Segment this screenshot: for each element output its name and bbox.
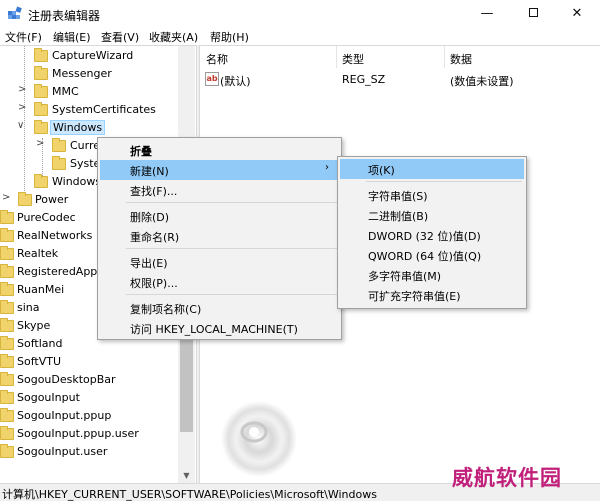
maximize-icon <box>528 8 538 17</box>
folder-icon <box>0 210 14 224</box>
window-title: 注册表编辑器 <box>28 9 101 23</box>
menu-separator <box>126 294 337 295</box>
scroll-down-icon[interactable]: ▼ <box>178 468 195 483</box>
folder-icon <box>0 246 14 260</box>
menu-edit[interactable]: 编辑(E) <box>53 29 91 45</box>
submenu-arrow-icon: › <box>325 162 329 173</box>
menu-item-permissions[interactable]: 权限(P)... <box>100 272 339 292</box>
menu-help[interactable]: 帮助(H) <box>210 29 249 45</box>
menu-item-find[interactable]: 查找(F)... <box>100 180 339 200</box>
value-name: (默认) <box>220 75 251 88</box>
submenu-item-qword-value[interactable]: QWORD (64 位)值(Q) <box>340 245 524 265</box>
collapse-icon[interactable]: ∨ <box>17 120 27 131</box>
string-value-icon: ab <box>205 72 219 86</box>
folder-icon <box>0 282 14 296</box>
menu-separator <box>126 202 337 203</box>
value-type: REG_SZ <box>342 73 386 86</box>
folder-icon <box>34 66 48 80</box>
menu-bar: 文件(F) 编辑(E) 查看(V) 收藏夹(A) 帮助(H) <box>0 28 600 45</box>
submenu-item-dword-value[interactable]: DWORD (32 位)值(D) <box>340 225 524 245</box>
menu-separator <box>126 248 337 249</box>
close-button[interactable]: ✕ <box>554 0 600 28</box>
folder-icon <box>18 192 32 206</box>
folder-icon <box>0 372 14 386</box>
tree-item-selected[interactable]: ∨ Windows <box>16 120 176 138</box>
menu-item-goto-hklm[interactable]: 访问 HKEY_LOCAL_MACHINE(T) <box>100 318 339 338</box>
column-header-type[interactable]: 类型 <box>342 51 364 67</box>
menu-item-collapse[interactable]: 折叠 <box>100 140 339 160</box>
tree-item[interactable]: > MMC <box>16 84 176 102</box>
submenu-item-string-value[interactable]: 字符串值(S) <box>340 185 524 205</box>
menu-item-rename[interactable]: 重命名(R) <box>100 226 339 246</box>
folder-icon <box>0 354 14 368</box>
column-header-data[interactable]: 数据 <box>450 51 472 67</box>
minimize-button[interactable]: — <box>464 0 510 28</box>
menu-favorites[interactable]: 收藏夹(A) <box>149 29 198 45</box>
tree-item[interactable]: SogouInput.ppup <box>0 408 176 426</box>
close-icon: ✕ <box>571 6 583 21</box>
expand-icon[interactable]: > <box>18 84 28 95</box>
folder-icon <box>0 300 14 314</box>
site-watermark: 威航软件园 <box>452 465 562 490</box>
menu-item-export[interactable]: 导出(E) <box>100 252 339 272</box>
registry-editor-icon <box>8 6 22 19</box>
column-divider[interactable] <box>444 46 445 68</box>
value-row[interactable]: ab (默认) REG_SZ (数值未设置) <box>200 72 600 90</box>
swirl-decoration-image <box>221 401 297 477</box>
folder-icon <box>52 138 66 152</box>
new-submenu: 项(K) 字符串值(S) 二进制值(B) DWORD (32 位)值(D) QW… <box>337 156 527 309</box>
menu-item-new[interactable]: 新建(N) › <box>100 160 339 180</box>
menu-view[interactable]: 查看(V) <box>101 29 139 45</box>
expand-icon[interactable]: > <box>18 102 28 113</box>
tree-item[interactable]: SogouDesktopBar <box>0 372 176 390</box>
minimize-icon: — <box>480 6 494 21</box>
folder-icon <box>0 426 14 440</box>
folder-icon <box>0 408 14 422</box>
tree-item[interactable]: SogouInput.user <box>0 444 176 462</box>
menu-file[interactable]: 文件(F) <box>5 29 42 45</box>
tree-item[interactable]: SogouInput.ppup.user <box>0 426 176 444</box>
submenu-item-multi-string-value[interactable]: 多字符串值(M) <box>340 265 524 285</box>
column-divider[interactable] <box>336 46 337 68</box>
expand-icon[interactable]: > <box>2 192 12 203</box>
value-data: (数值未设置) <box>450 75 514 88</box>
tree-context-menu: 折叠 新建(N) › 查找(F)... 删除(D) 重命名(R) 导出(E) 权… <box>97 137 342 340</box>
folder-icon <box>0 336 14 350</box>
folder-icon <box>0 444 14 458</box>
folder-icon <box>34 84 48 98</box>
folder-icon <box>52 156 66 170</box>
title-bar: 注册表编辑器 — ✕ <box>0 0 600 28</box>
tree-item[interactable]: > SystemCertificates <box>16 102 176 120</box>
folder-icon <box>0 228 14 242</box>
folder-icon <box>34 48 48 62</box>
tree-item[interactable]: SoftVTU <box>0 354 176 372</box>
submenu-item-key[interactable]: 项(K) <box>340 159 524 179</box>
folder-icon <box>0 318 14 332</box>
submenu-item-binary-value[interactable]: 二进制值(B) <box>340 205 524 225</box>
folder-icon <box>0 264 14 278</box>
tree-item[interactable]: CaptureWizard <box>16 48 176 66</box>
folder-icon <box>34 174 48 188</box>
menu-item-delete[interactable]: 删除(D) <box>100 206 339 226</box>
current-key-path: 计算机\HKEY_CURRENT_USER\SOFTWARE\Policies\… <box>2 488 377 501</box>
folder-icon <box>34 120 48 134</box>
submenu-item-expandable-string-value[interactable]: 可扩充字符串值(E) <box>340 285 524 305</box>
tree-item[interactable]: SogouInput <box>0 390 176 408</box>
maximize-button[interactable] <box>510 0 556 28</box>
folder-icon <box>0 390 14 404</box>
column-header-name[interactable]: 名称 <box>206 51 228 67</box>
menu-separator <box>366 181 522 182</box>
folder-icon <box>34 102 48 116</box>
expand-icon[interactable]: > <box>36 138 46 149</box>
tree-item[interactable]: Messenger <box>16 66 176 84</box>
menu-item-copy-key-name[interactable]: 复制项名称(C) <box>100 298 339 318</box>
